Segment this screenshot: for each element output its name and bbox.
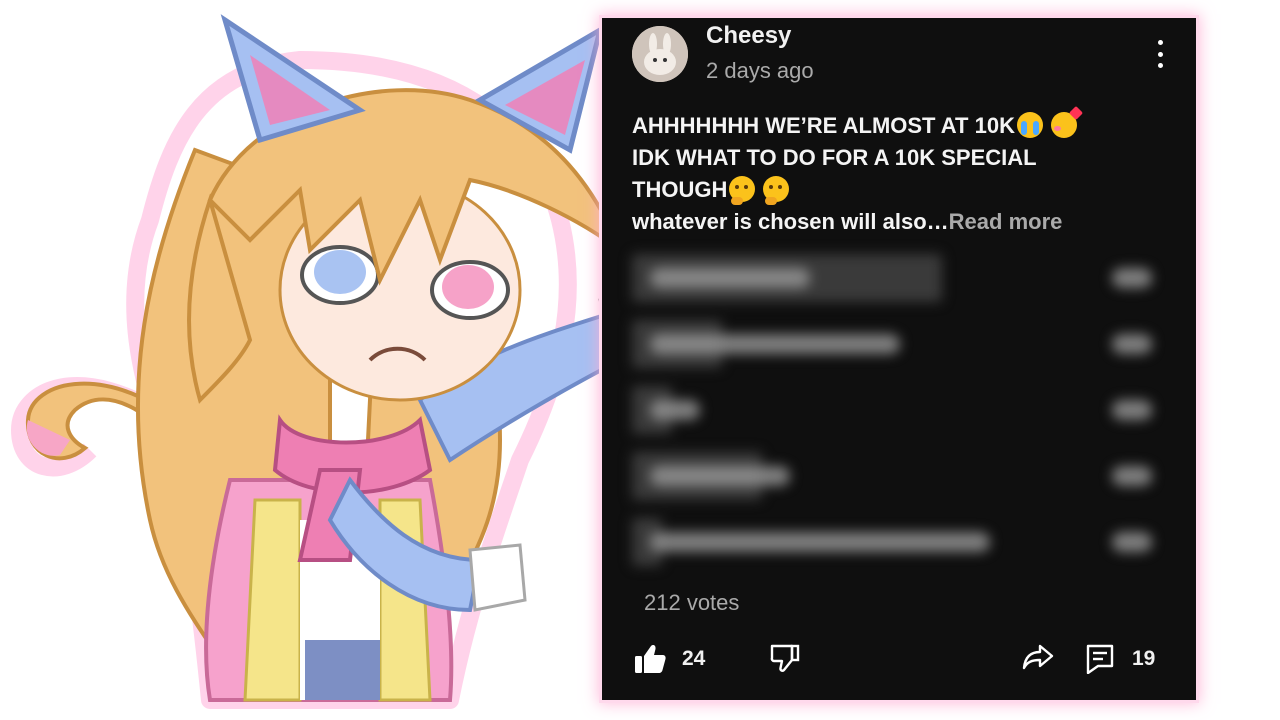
- post-line-2: IDK WHAT TO DO FOR A 10K SPECIAL: [632, 145, 1037, 170]
- avatar-image: [632, 26, 688, 82]
- poll-option[interactable]: [632, 452, 1152, 500]
- poll-option-percent: [1112, 400, 1152, 420]
- thinking-face-icon: [763, 176, 790, 205]
- post-line-1-text: AHHHHHHH WE’RE ALMOST AT 10K: [632, 113, 1015, 138]
- like-button[interactable]: 24: [634, 644, 705, 674]
- menu-dot: [1157, 51, 1163, 57]
- poll-option-label: [650, 400, 700, 420]
- read-more-link[interactable]: Read more: [949, 209, 1063, 234]
- author-name[interactable]: Cheesy: [706, 22, 791, 50]
- menu-dot: [1157, 63, 1163, 68]
- poll-votes-count: 212 votes: [644, 590, 740, 615]
- thumbs-down-icon: [770, 644, 800, 672]
- post-line-4-text: whatever is chosen will also…: [632, 209, 949, 234]
- post-timestamp[interactable]: 2 days ago: [706, 58, 814, 84]
- comments-button[interactable]: 19: [1086, 644, 1155, 674]
- poll-options-blurred: [632, 254, 1152, 574]
- comment-count: 19: [1132, 647, 1156, 670]
- poll-option-percent: [1112, 268, 1152, 288]
- poll-option-percent: [1112, 334, 1152, 354]
- poll-option-percent: [1112, 532, 1152, 552]
- more-vert-icon[interactable]: [1152, 40, 1168, 68]
- poll-option-label: [650, 466, 790, 486]
- post-body: AHHHHHHH WE’RE ALMOST AT 10K IDK WHAT TO…: [632, 110, 1162, 238]
- loudly-crying-face-icon: [1016, 112, 1043, 138]
- thinking-face-icon: [729, 176, 756, 205]
- poll-option-label: [650, 268, 810, 288]
- like-count: 24: [682, 647, 706, 670]
- thumbs-up-icon: [635, 645, 666, 673]
- post-line-4: whatever is chosen will also…Read more: [632, 206, 1162, 238]
- menu-dot: [1157, 40, 1163, 45]
- share-icon: [1022, 644, 1054, 670]
- poll-option[interactable]: [632, 254, 1152, 302]
- share-button[interactable]: [1022, 644, 1054, 670]
- smiling-face-with-hearts-icon: [1050, 112, 1077, 138]
- poll-option[interactable]: [632, 386, 1152, 434]
- poll-option-label: [650, 334, 900, 354]
- poll-option[interactable]: [632, 320, 1152, 368]
- post-action-bar: 24 19: [602, 644, 1196, 684]
- character-illustration: [11, 14, 679, 709]
- post-line-3-text: THOUGH: [632, 177, 728, 202]
- comment-icon: [1086, 644, 1114, 674]
- community-post-card: Cheesy 2 days ago AHHHHHHH WE’RE ALMOST …: [602, 18, 1196, 700]
- poll-option[interactable]: [632, 518, 1152, 566]
- post-line-1: AHHHHHHH WE’RE ALMOST AT 10K: [632, 110, 1162, 142]
- avatar[interactable]: [632, 26, 688, 82]
- dislike-button[interactable]: [770, 644, 800, 672]
- poll-option-label: [650, 532, 990, 552]
- post-line-3: THOUGH: [632, 174, 1162, 206]
- poll-option-percent: [1112, 466, 1152, 486]
